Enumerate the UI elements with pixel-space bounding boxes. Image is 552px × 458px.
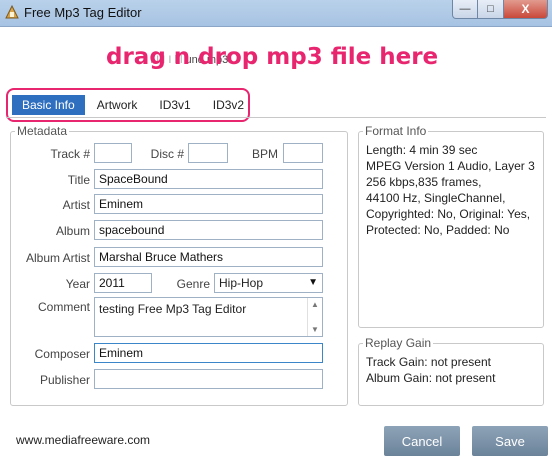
- close-button[interactable]: X: [504, 0, 548, 19]
- close-icon: X: [521, 2, 530, 16]
- artist-input[interactable]: Eminem: [94, 194, 323, 214]
- drop-hint-overlay: drag n drop mp3 file here: [106, 44, 439, 70]
- genre-label: Genre: [176, 277, 210, 291]
- tab-basic-info[interactable]: Basic Info: [12, 95, 85, 115]
- format-copyright: Copyrighted: No, Original: Yes,: [366, 207, 531, 221]
- track-gain: Track Gain: not present: [366, 355, 491, 369]
- replay-gain-legend: Replay Gain: [365, 336, 432, 350]
- track-input[interactable]: [94, 143, 132, 163]
- metadata-legend: Metadata: [17, 124, 68, 138]
- publisher-input[interactable]: [94, 369, 323, 389]
- tab-id3v2[interactable]: ID3v2: [203, 95, 254, 115]
- title-input[interactable]: SpaceBound: [94, 169, 323, 189]
- title-label: Title: [67, 173, 90, 187]
- tab-bar: Basic Info Artwork ID3v1 ID3v2: [12, 95, 256, 115]
- replay-gain-text: Track Gain: not present Album Gain: not …: [366, 354, 542, 386]
- drop-zone[interactable]: I I I I l l und.mp3 drag n drop mp3 file…: [0, 40, 552, 80]
- composer-label: Composer: [34, 347, 90, 361]
- genre-select[interactable]: Hip-Hop ▼: [214, 273, 323, 293]
- maximize-button[interactable]: □: [478, 0, 504, 19]
- comment-label: Comment: [37, 300, 90, 314]
- publisher-label: Publisher: [39, 373, 90, 387]
- disc-label: Disc #: [150, 147, 184, 161]
- maximize-icon: □: [487, 3, 494, 15]
- artist-label: Artist: [62, 198, 90, 212]
- year-label: Year: [65, 277, 90, 291]
- minimize-button[interactable]: —: [452, 0, 478, 19]
- composer-input[interactable]: Eminem: [94, 343, 323, 363]
- format-length: Length: 4 min 39 sec: [366, 143, 478, 157]
- genre-value: Hip-Hop: [219, 276, 264, 290]
- format-protected: Protected: No, Padded: No: [366, 223, 510, 237]
- scroll-up-icon[interactable]: ▲: [308, 300, 322, 309]
- bpm-label: BPM: [251, 147, 278, 161]
- minimize-icon: —: [459, 3, 471, 15]
- format-bitrate: 256 kbps,835 frames,: [366, 175, 482, 189]
- tab-id3v1[interactable]: ID3v1: [149, 95, 200, 115]
- format-mpeg: MPEG Version 1 Audio, Layer 3: [366, 159, 535, 173]
- dropdown-arrow-icon: ▼: [308, 277, 318, 288]
- bpm-input[interactable]: [283, 143, 323, 163]
- format-samplerate: 44100 Hz, SingleChannel,: [366, 191, 506, 205]
- disc-input[interactable]: [188, 143, 228, 163]
- window-title: Free Mp3 Tag Editor: [24, 5, 142, 20]
- album-artist-label: Album Artist: [25, 251, 90, 265]
- scroll-down-icon[interactable]: ▼: [308, 325, 322, 334]
- app-icon: [5, 5, 19, 19]
- comment-scrollbar[interactable]: ▲ ▼: [307, 298, 322, 336]
- year-input[interactable]: 2011: [94, 273, 152, 293]
- track-label: Track #: [50, 147, 90, 161]
- comment-textarea[interactable]: testing Free Mp3 Tag Editor ▲ ▼: [94, 297, 323, 337]
- album-input[interactable]: spacebound: [94, 220, 323, 240]
- website-link[interactable]: www.mediafreeware.com: [16, 433, 150, 447]
- title-bar: Free Mp3 Tag Editor — □ X: [0, 0, 552, 27]
- album-artist-input[interactable]: Marshal Bruce Mathers: [94, 247, 323, 267]
- format-info-text: Length: 4 min 39 sec MPEG Version 1 Audi…: [366, 142, 542, 238]
- album-gain: Album Gain: not present: [366, 371, 496, 385]
- cancel-button[interactable]: Cancel: [384, 426, 460, 456]
- tab-divider: [6, 117, 546, 118]
- album-label: Album: [55, 224, 90, 238]
- format-info-legend: Format Info: [365, 124, 427, 138]
- comment-text: testing Free Mp3 Tag Editor: [99, 302, 247, 316]
- save-button[interactable]: Save: [472, 426, 548, 456]
- tab-artwork[interactable]: Artwork: [87, 95, 148, 115]
